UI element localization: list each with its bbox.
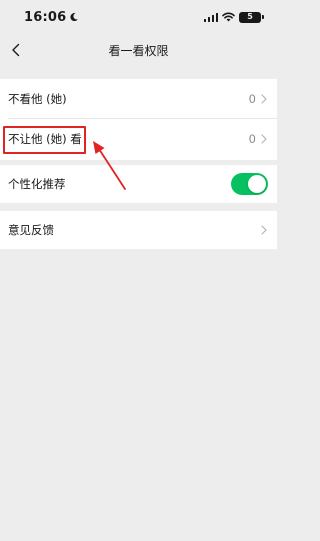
battery-icon: 5 (239, 11, 264, 23)
row-right: 0 (249, 92, 267, 106)
row-right: 0 (249, 132, 267, 146)
feedback-group: 意见反馈 (0, 211, 277, 249)
status-icons: 5 (203, 11, 264, 23)
row-hide-their-moments[interactable]: 不看他 (她) 0 (0, 79, 277, 118)
nav-bar: 看一看权限 (0, 34, 277, 66)
row-label: 不看他 (她) (8, 91, 67, 106)
status-bar: 16:06 5 (0, 0, 277, 34)
page-title: 看一看权限 (108, 43, 169, 58)
row-value: 0 (248, 132, 256, 146)
row-personalized-recommendation: 个性化推荐 (0, 165, 277, 203)
personalization-group: 个性化推荐 (0, 165, 277, 203)
row-label: 意见反馈 (8, 223, 54, 237)
wifi-icon (222, 12, 235, 22)
personalized-recommendation-toggle[interactable] (231, 173, 268, 195)
chevron-left-icon (12, 43, 20, 57)
chevron-right-icon (261, 225, 267, 235)
moon-icon (70, 13, 79, 22)
row-value: 0 (248, 91, 256, 106)
row-label: 不让他 (她) 看 (8, 132, 82, 146)
signal-icon (203, 12, 218, 22)
row-feedback[interactable]: 意见反馈 (0, 211, 277, 249)
row-hide-my-moments[interactable]: 不让他 (她) 看 0 (0, 119, 277, 160)
chevron-right-icon (261, 93, 267, 104)
back-button[interactable] (4, 38, 28, 62)
permission-group: 不看他 (她) 0 不让他 (她) 看 0 (0, 79, 277, 160)
row-label: 个性化推荐 (8, 177, 66, 191)
status-time: 16:06 (24, 9, 67, 25)
chevron-right-icon (261, 134, 267, 144)
status-time-group: 16:06 (24, 10, 79, 25)
battery-level: 5 (247, 12, 253, 21)
toggle-knob (248, 175, 266, 193)
